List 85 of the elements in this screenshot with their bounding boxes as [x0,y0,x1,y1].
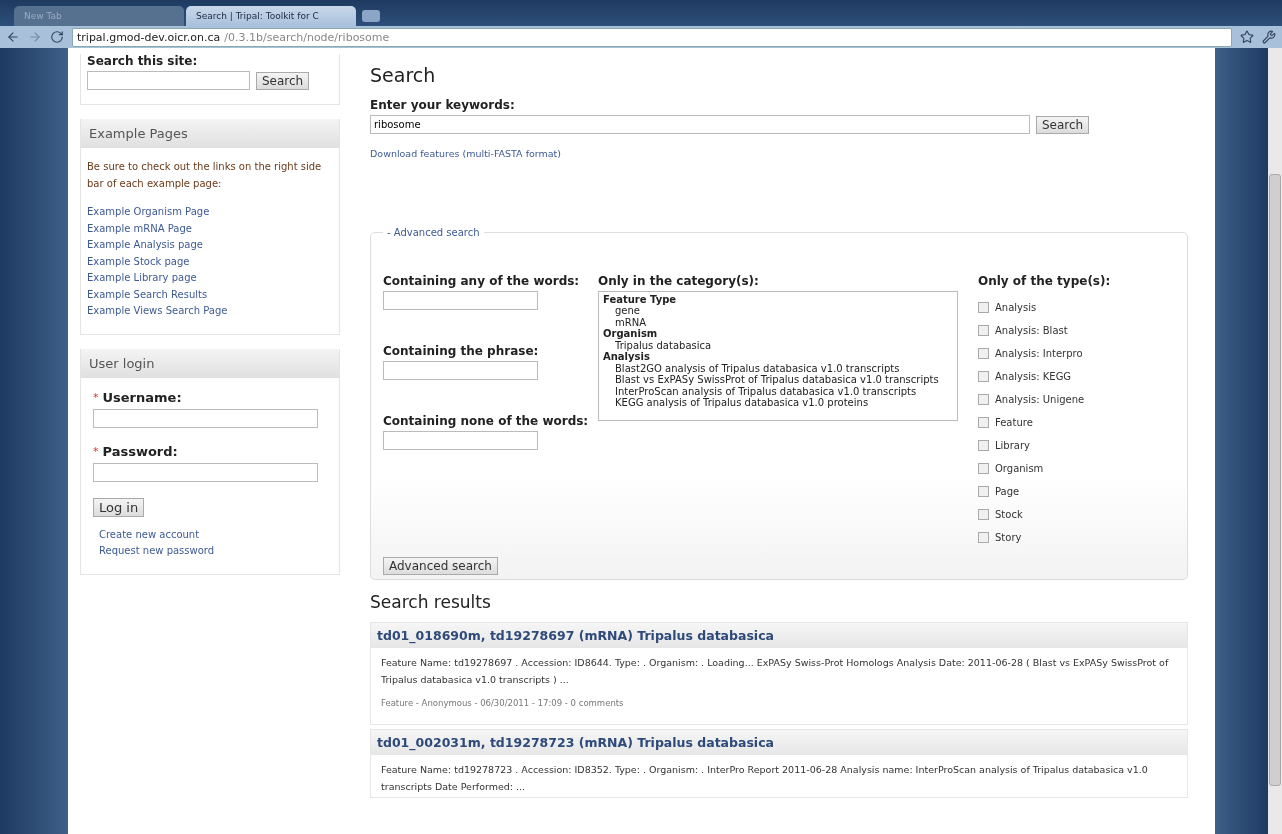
type-label: Organism [995,462,1044,474]
page-title: Search [370,64,437,86]
types-label: Only of the type(s): [978,273,1111,288]
example-link[interactable]: Example mRNA Page [87,220,333,237]
type-label: Analysis: Interpro [995,347,1083,359]
category-option[interactable]: gene [603,305,953,317]
required-mark: * [93,444,99,458]
type-checkbox[interactable] [978,416,989,428]
type-checkbox[interactable] [978,370,989,382]
type-checkbox[interactable] [978,301,989,313]
type-label: Analysis [995,301,1037,313]
type-checkbox[interactable] [978,508,989,520]
address-bar[interactable]: tripal.gmod-dev.oicr.on.ca /0.3.1b/search/node/ribosome [72,27,1232,47]
text-field[interactable] [383,290,538,310]
advanced-search-toggle[interactable]: - Advanced search [383,226,484,238]
download-link[interactable]: Download features (multi-FASTA format) [370,146,1188,163]
block-title: Example Pages [81,119,339,148]
advanced-search-button[interactable]: Advanced search [383,556,498,575]
type-label: Analysis: Unigene [995,393,1085,405]
search-button[interactable]: Search [256,71,310,90]
category-option[interactable]: mRNA [603,316,953,328]
example-link[interactable]: Example Stock page [87,253,333,270]
login-field[interactable] [93,462,318,482]
category-option[interactable]: Blast vs ExPASy SwissProt of Tripalus databasica v1.0 transcripts [603,374,953,386]
site-search-field[interactable] [87,71,250,90]
field-label: Password: [102,443,178,459]
result-snippet: Feature Name: td19278723 . Accession: ID8352. Type: . Organism: . InterPro Report 2011-06-28 Analysis name: InterProScan analysis of Tripalus databasica v1.0 transcripts Date Performed: ... [380,762,1149,794]
example-link[interactable]: Example Views Search Page [87,303,333,320]
login-button[interactable]: Log in [93,497,145,517]
type-checkbox[interactable] [978,347,989,359]
account-link[interactable]: Request new password [99,543,321,560]
block-title: User login [81,348,339,378]
example-link[interactable]: Example Search Results [87,286,333,303]
category-option[interactable]: Blast2GO analysis of Tripalus databasica v1.0 transcripts [603,362,953,374]
type-checkbox[interactable] [978,439,989,451]
type-label: Stock [995,508,1023,520]
result-title-link[interactable]: td01_018690m, td19278697 (mRNA) Tripalus databasica [371,622,1187,648]
browser-tab[interactable]: Search | Tripal: Toolkit for C [186,6,356,26]
star-icon[interactable] [1240,30,1254,44]
new-tab-button[interactable] [362,10,380,22]
type-checkbox[interactable] [978,531,989,543]
type-checkbox[interactable] [978,462,989,474]
type-label: Analysis: Blast [995,324,1068,336]
field-label: Username: [102,389,182,405]
type-label: Library [995,439,1030,451]
search-button[interactable]: Search [1036,115,1090,134]
category-group[interactable]: Organism [603,328,953,340]
result-snippet: Feature Name: td19278697 . Accession: ID8644. Type: . Organism: . Loading... ExPASy Swiss-Prot Homologs Analysis Date: 2011-06-28 ( Blast vs ExPASy SwissProt of Tripalus databasica v1.0 transcripts ) ... [380,655,1170,687]
category-option[interactable]: InterProScan analysis of Tripalus databasica v1.0 transcripts [603,385,953,397]
field-label: Containing the phrase: [383,343,540,358]
type-label: Feature [995,416,1033,428]
example-link[interactable]: Example Analysis page [87,237,333,254]
category-option[interactable]: KEGG analysis of Tripalus databasica v1.0 proteins [603,397,953,409]
keywords-field[interactable]: ribosome [370,115,1030,134]
type-checkbox[interactable] [978,393,989,405]
category-group[interactable]: Analysis [603,351,953,363]
category-option[interactable]: Tripalus databasica [603,339,953,351]
account-link[interactable]: Create new account [99,526,321,543]
result-meta: Feature - Anonymous - 06/30/2011 - 17:09 - 0 comments [380,696,625,710]
site-search-label: Search this site: [87,54,199,68]
keywords-label: Enter your keywords: [370,98,516,112]
category-label: Only in the category(s): [598,273,760,288]
forward-icon[interactable] [28,30,42,44]
wrench-icon[interactable] [1262,30,1276,44]
text-field[interactable] [383,430,538,450]
back-icon[interactable] [6,30,20,44]
type-label: Story [995,531,1022,543]
scrollbar-thumb[interactable] [1269,174,1281,786]
type-label: Page [995,485,1020,497]
text-field[interactable] [383,360,538,380]
login-field[interactable] [93,408,318,428]
type-checkbox[interactable] [978,324,989,336]
example-link[interactable]: Example Organism Page [87,204,333,221]
results-title: Search results [370,591,492,612]
intro-text: Be sure to check out the links on the right side bar of each example page: [87,160,323,191]
result-title-link[interactable]: td01_002031m, td19278723 (mRNA) Tripalus databasica [371,729,1187,755]
required-mark: * [93,390,99,404]
category-list[interactable] [598,290,958,421]
type-label: Analysis: KEGG [995,370,1072,382]
field-label: Containing any of the words: [383,273,581,288]
reload-icon[interactable] [50,30,64,44]
example-link[interactable]: Example Library page [87,270,333,287]
category-group[interactable]: Feature Type [603,293,953,305]
type-checkbox[interactable] [978,485,989,497]
field-label: Containing none of the words: [383,413,588,428]
